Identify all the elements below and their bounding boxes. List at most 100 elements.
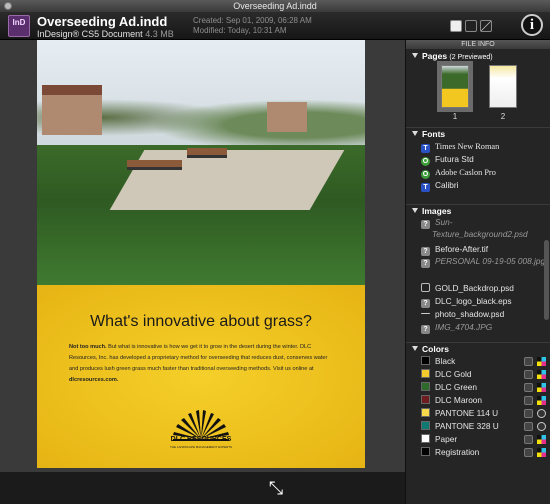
process-color-icon (537, 435, 546, 444)
image-label: PERSONAL 09-19-05 008.jpg (435, 256, 546, 266)
info-button[interactable]: i (521, 14, 543, 36)
fonts-section: Fonts T Times New Roman O Futura Std O Adob… (406, 127, 550, 192)
disclosure-triangle-icon[interactable] (412, 53, 418, 58)
ad-lead: Not too much. (69, 344, 107, 350)
process-color-icon (537, 370, 546, 379)
images-section-title[interactable]: Images (406, 205, 550, 217)
color-item[interactable]: DLC Gold (406, 368, 550, 381)
file-info-panel: FILE INFO Pages (2 Previewed) 1 2 Fonts … (405, 40, 550, 504)
modified-date: Modified: Today, 10:31 AM (193, 26, 287, 35)
color-label: PANTONE 328 U (435, 421, 499, 431)
opentype-icon: O (421, 170, 430, 179)
logo-text: DLC RESOURCES (170, 436, 232, 443)
fullscreen-expand-icon[interactable]: ⤡ (266, 478, 286, 498)
created-date: Created: Sep 01, 2009, 06:28 AM (193, 16, 312, 25)
page-thumbnails: 1 2 (406, 62, 550, 124)
color-label: DLC Maroon (435, 395, 483, 405)
process-color-icon (537, 357, 546, 366)
image-label: photo_shadow.psd (435, 309, 505, 319)
pages-count: (2 Previewed) (449, 54, 493, 61)
view-black-background-button[interactable] (465, 20, 477, 32)
page-thumbnail-2[interactable] (489, 65, 517, 108)
pages-section-title[interactable]: Pages (2 Previewed) (406, 50, 550, 62)
page-number: 2 (500, 112, 506, 121)
color-item[interactable]: Paper (406, 433, 550, 446)
file-type-label: InDesign® CS5 Document (37, 29, 143, 39)
panel-scrollbar[interactable] (544, 240, 549, 320)
font-item[interactable]: T Times New Roman (406, 140, 550, 153)
photo-house (267, 102, 307, 132)
color-item[interactable]: PANTONE 114 U (406, 407, 550, 420)
disclosure-triangle-icon[interactable] (412, 346, 418, 351)
page-thumbnail-1[interactable] (441, 65, 469, 108)
ad-url: dlcresources.com. (69, 377, 119, 383)
color-swatch (421, 447, 430, 456)
photo-bench (187, 148, 227, 158)
font-label: Calibri (435, 180, 459, 190)
shadow-file-icon (421, 313, 430, 314)
disclosure-triangle-icon[interactable] (412, 208, 418, 213)
image-item[interactable]: photo_shadow.psd (406, 308, 550, 321)
color-item[interactable]: DLC Green (406, 381, 550, 394)
colors-section: Colors Black DLC Gold DLC Green DLC Maro… (406, 342, 550, 459)
image-label: GOLD_Backdrop.psd (435, 283, 514, 293)
color-label: DLC Gold (435, 369, 472, 379)
logo-tagline: THE LANDSCAPE MANAGEMENT EXPERTS (169, 445, 233, 449)
color-swatch (421, 369, 430, 378)
image-item[interactable]: GOLD_Backdrop.psd (406, 282, 550, 295)
image-item[interactable]: ? DLC_logo_black.eps (406, 295, 550, 308)
image-item-missing[interactable]: ? PERSONAL 09-19-05 008.jpg (406, 256, 550, 282)
disclosure-triangle-icon[interactable] (412, 131, 418, 136)
view-slash-button[interactable] (480, 20, 492, 32)
color-item[interactable]: Black (406, 355, 550, 368)
document-preview: What's innovative about grass? Not too m… (0, 40, 405, 472)
photo-house (42, 95, 102, 135)
color-swatch (421, 421, 430, 430)
color-item[interactable]: PANTONE 328 U (406, 420, 550, 433)
close-window-button[interactable] (4, 2, 12, 10)
view-white-background-button[interactable] (450, 20, 462, 32)
file-size: 4.3 MB (145, 29, 174, 39)
image-item[interactable]: ? Before-After.tif (406, 243, 550, 256)
global-color-icon (524, 357, 533, 366)
view-mode-buttons (450, 20, 492, 32)
indesign-file-icon: InD (8, 15, 30, 37)
process-color-icon (537, 396, 546, 405)
global-color-icon (524, 435, 533, 444)
panel-header: FILE INFO (406, 40, 550, 49)
colors-section-title[interactable]: Colors (406, 343, 550, 355)
page-number: 1 (452, 112, 458, 121)
ad-body: But what is innovative is how we get it … (69, 344, 328, 372)
font-item[interactable]: O Futura Std (406, 153, 550, 166)
images-title: Images (422, 206, 452, 216)
color-swatch (421, 382, 430, 391)
global-color-icon (524, 409, 533, 418)
missing-image-icon: ? (421, 259, 430, 268)
process-color-icon (537, 448, 546, 457)
opentype-icon: O (421, 157, 430, 166)
color-label: Paper (435, 434, 458, 444)
image-label: DLC_logo_black.eps (435, 296, 512, 306)
fonts-section-title[interactable]: Fonts (406, 128, 550, 140)
color-label: Registration (435, 447, 480, 457)
image-label: Before-After.tif (435, 244, 489, 254)
images-section: Images ? Sun-Texture_background2.psd ? Bef… (406, 204, 550, 334)
color-label: PANTONE 114 U (435, 408, 499, 418)
color-label: DLC Green (435, 382, 477, 392)
preview-toolbar (0, 472, 405, 504)
color-swatch (421, 395, 430, 404)
font-label: Times New Roman (435, 142, 500, 151)
image-item-missing[interactable]: ? IMG_4704.JPG (406, 321, 550, 334)
tiff-file-icon: ? (421, 247, 430, 256)
global-color-icon (524, 422, 533, 431)
font-item[interactable]: T Calibri (406, 179, 550, 192)
font-item[interactable]: O Adobe Caslon Pro (406, 166, 550, 179)
file-type: InDesign® CS5 Document 4.3 MB (37, 29, 174, 39)
color-item[interactable]: DLC Maroon (406, 394, 550, 407)
pages-title: Pages (422, 51, 448, 61)
process-color-icon (537, 383, 546, 392)
font-label: Adobe Caslon Pro (435, 168, 496, 177)
image-item-missing[interactable]: ? Sun-Texture_background2.psd (406, 217, 550, 243)
color-item[interactable]: Registration (406, 446, 550, 459)
ad-page: What's innovative about grass? Not too m… (37, 40, 365, 468)
